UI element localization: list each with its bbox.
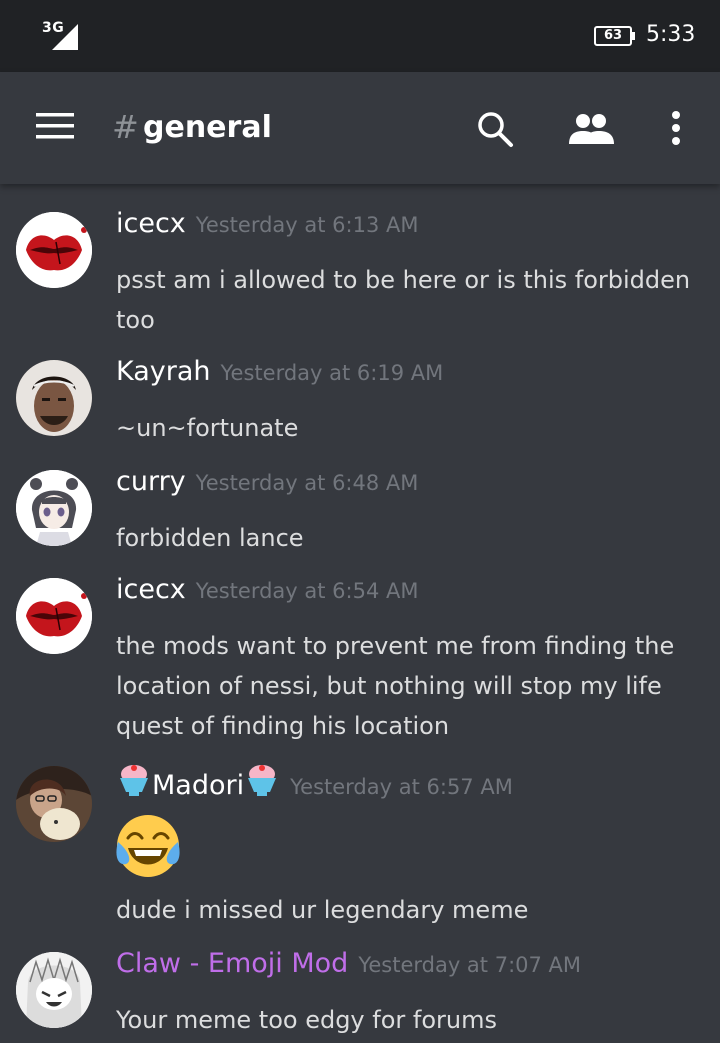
channel-toolbar: # general <box>0 72 720 184</box>
message-timestamp: Yesterday at 7:07 AM <box>358 953 582 977</box>
message-timestamp: Yesterday at 6:13 AM <box>195 213 419 237</box>
message-content: ~un~fortunate <box>116 408 696 448</box>
channel-hash-icon: # <box>112 108 139 146</box>
author-row: icecx Yesterday at 6:54 AM <box>116 574 419 605</box>
message-content: psst am i allowed to be here or is this … <box>116 260 696 340</box>
avatar[interactable] <box>16 766 92 842</box>
author-name[interactable]: Claw - Emoji Mod <box>116 948 348 979</box>
avatar[interactable] <box>16 212 92 288</box>
message-content: forbidden lance <box>116 518 696 558</box>
message-item: Kayrah Yesterday at 6:19 AM ~un~fortunate <box>0 356 720 450</box>
message-item: icecx Yesterday at 6:54 AM the mods want … <box>0 574 720 748</box>
battery-level: 63 <box>603 28 623 43</box>
members-icon[interactable] <box>568 112 616 144</box>
message-list[interactable]: icecx Yesterday at 6:13 AM psst am i allo… <box>0 184 720 1043</box>
message-item: icecx Yesterday at 6:13 AM psst am i allo… <box>0 208 720 342</box>
author-name[interactable]: Kayrah <box>116 356 211 387</box>
message-timestamp: Yesterday at 6:54 AM <box>195 579 419 603</box>
shaved-ice-emoji-icon <box>120 765 148 796</box>
message-line: too <box>116 306 155 334</box>
author-name[interactable]: Madori <box>152 770 244 801</box>
message-timestamp: Yesterday at 6:48 AM <box>195 471 419 495</box>
message-content: Your meme too edgy for forums <box>116 1000 696 1040</box>
message-line: the mods want to prevent me from finding… <box>116 632 675 660</box>
channel-title: general <box>143 110 272 145</box>
author-name[interactable]: curry <box>116 466 186 497</box>
anime-girl-avatar-icon <box>16 470 92 546</box>
shaved-ice-emoji-icon <box>248 765 277 796</box>
status-bar: 3G 63 5:33 <box>0 0 720 72</box>
message-line: dude i missed ur legendary meme <box>116 896 529 924</box>
joy-emoji-icon <box>116 815 180 877</box>
message-timestamp: Yesterday at 6:19 AM <box>220 361 444 385</box>
hamburger-menu-icon[interactable] <box>36 112 76 142</box>
message-line: Your meme too edgy for forums <box>116 1006 497 1034</box>
author-row: Claw - Emoji Mod Yesterday at 7:07 AM <box>116 948 581 979</box>
avatar[interactable] <box>16 952 92 1028</box>
author-name[interactable]: icecx <box>116 208 186 239</box>
message-item: Madori Yesterday at 6:57 AM dude i misse… <box>0 765 720 936</box>
message-item: Claw - Emoji Mod Yesterday at 7:07 AM You… <box>0 948 720 1043</box>
message-line: psst am i allowed to be here or is this … <box>116 266 691 294</box>
message-line: location of nessi, but nothing will stop… <box>116 672 662 700</box>
avatar[interactable] <box>16 470 92 546</box>
signal-icon <box>52 24 78 50</box>
avatar[interactable] <box>16 360 92 436</box>
author-row: Madori Yesterday at 6:57 AM <box>116 762 513 801</box>
author-row: icecx Yesterday at 6:13 AM <box>116 208 419 239</box>
message-content: dude i missed ur legendary meme <box>116 890 696 930</box>
message-timestamp: Yesterday at 6:57 AM <box>290 775 513 799</box>
message-line: ~un~fortunate <box>116 414 299 442</box>
message-content: the mods want to prevent me from finding… <box>116 626 696 746</box>
avatar[interactable] <box>16 578 92 654</box>
photo-avatar-icon <box>16 766 92 842</box>
lips-avatar-icon <box>16 212 92 288</box>
message-item: curry Yesterday at 6:48 AM forbidden lanc… <box>0 466 720 560</box>
message-line: quest of finding his location <box>116 712 450 740</box>
lips-avatar-icon <box>16 578 92 654</box>
author-name[interactable]: icecx <box>116 574 186 605</box>
manga-avatar-icon <box>16 952 92 1028</box>
author-row: Kayrah Yesterday at 6:19 AM <box>116 356 443 387</box>
search-icon[interactable] <box>476 110 514 148</box>
clock: 5:33 <box>646 22 696 47</box>
portrait-avatar-icon <box>16 360 92 436</box>
author-row: curry Yesterday at 6:48 AM <box>116 466 418 497</box>
more-options-icon[interactable] <box>670 110 682 146</box>
message-line: forbidden lance <box>116 524 304 552</box>
